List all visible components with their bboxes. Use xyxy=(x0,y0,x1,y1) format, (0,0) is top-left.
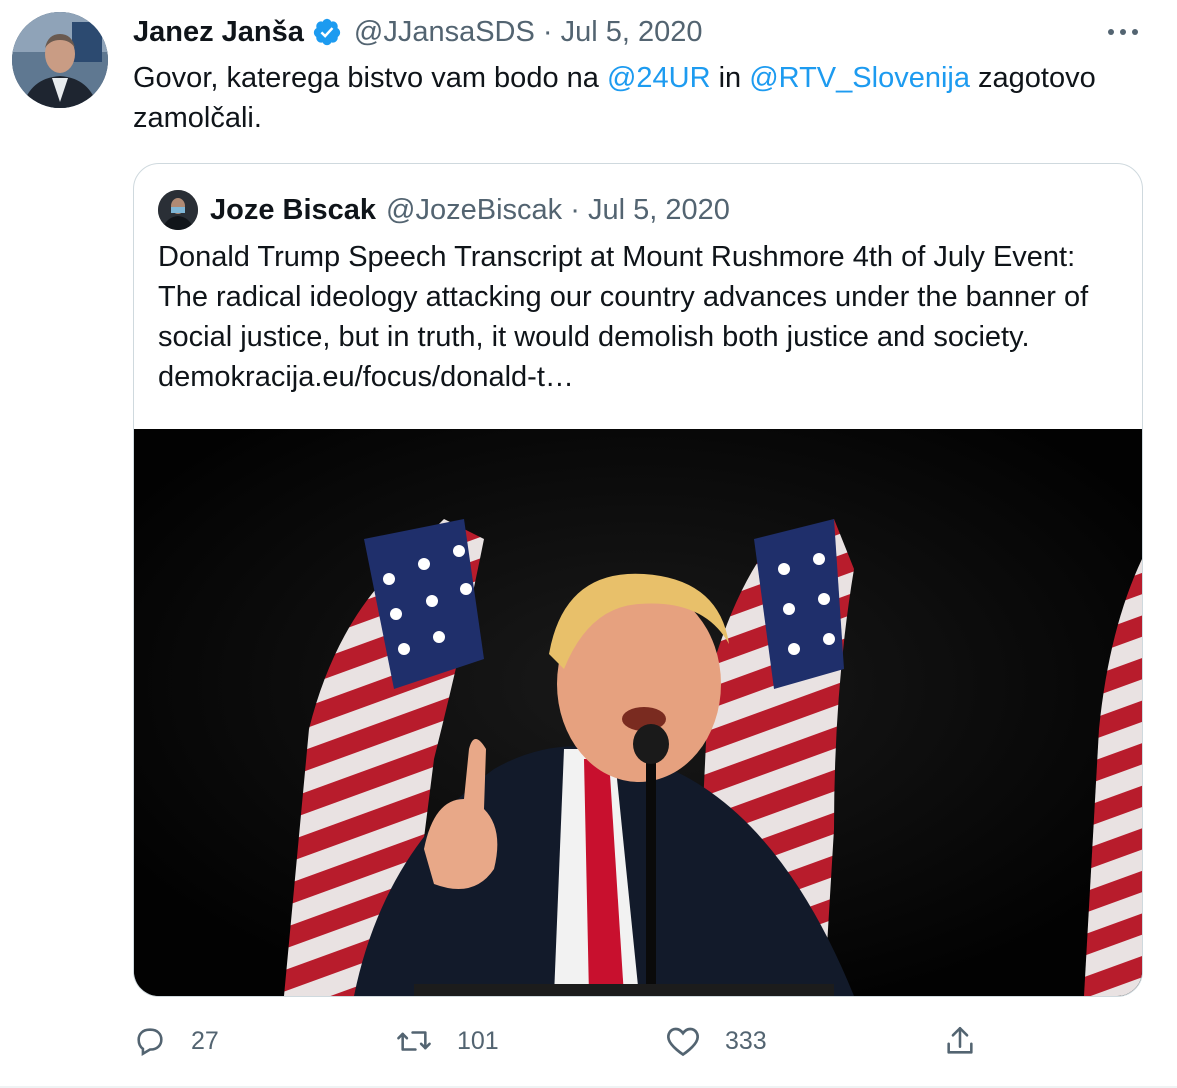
verified-badge-icon xyxy=(312,17,342,47)
quoted-author-avatar[interactable] xyxy=(158,190,198,230)
author-name[interactable]: Janez Janša xyxy=(133,16,304,49)
reply-button[interactable]: 27 xyxy=(133,1018,219,1064)
tweet-text: Govor, katerega bistvo vam bodo na @24UR… xyxy=(133,58,1143,138)
tweet-text-part: Govor, katerega bistvo vam bodo na xyxy=(133,62,607,94)
tweet[interactable]: Janez Janša @JJansaSDS · Jul 5, 2020 Gov… xyxy=(0,0,1177,1088)
retweet-button[interactable]: 101 xyxy=(395,1018,499,1064)
quoted-tweet[interactable]: Joze Biscak @JozeBiscak · Jul 5, 2020 Do… xyxy=(133,163,1143,997)
quoted-author-name[interactable]: Joze Biscak xyxy=(210,194,376,227)
quoted-header-separator: · xyxy=(562,193,588,226)
tweet-actions: 27 101 333 xyxy=(133,1018,1143,1064)
author-avatar[interactable] xyxy=(12,12,108,108)
quoted-tweet-image[interactable] xyxy=(134,429,1142,996)
like-button[interactable]: 333 xyxy=(665,1018,767,1064)
like-count: 333 xyxy=(725,1026,767,1055)
retweet-count: 101 xyxy=(457,1026,499,1055)
quoted-tweet-date[interactable]: Jul 5, 2020 xyxy=(588,194,730,227)
mention-24ur[interactable]: @24UR xyxy=(607,62,711,94)
quoted-author-handle[interactable]: @JozeBiscak xyxy=(386,194,562,227)
tweet-header: Janez Janša @JJansaSDS · Jul 5, 2020 xyxy=(133,12,703,52)
share-icon xyxy=(947,1026,973,1054)
retweet-icon xyxy=(397,1031,431,1051)
more-horizontal-icon xyxy=(1107,24,1139,42)
tweet-date[interactable]: Jul 5, 2020 xyxy=(561,16,703,49)
header-separator: · xyxy=(534,15,561,48)
share-button[interactable] xyxy=(943,1018,1001,1064)
quoted-tweet-text: Donald Trump Speech Transcript at Mount … xyxy=(158,241,1089,393)
reply-count: 27 xyxy=(191,1026,219,1055)
reply-icon xyxy=(137,1028,163,1057)
more-options-button[interactable] xyxy=(1103,18,1143,48)
quoted-tweet-header: Joze Biscak @JozeBiscak · Jul 5, 2020 xyxy=(158,190,730,230)
author-handle[interactable]: @JJansaSDS xyxy=(354,16,535,49)
tweet-text-part: in xyxy=(710,62,750,94)
heart-icon xyxy=(667,1027,699,1057)
mention-rtv-slovenija[interactable]: @RTV_Slovenija xyxy=(749,62,970,94)
